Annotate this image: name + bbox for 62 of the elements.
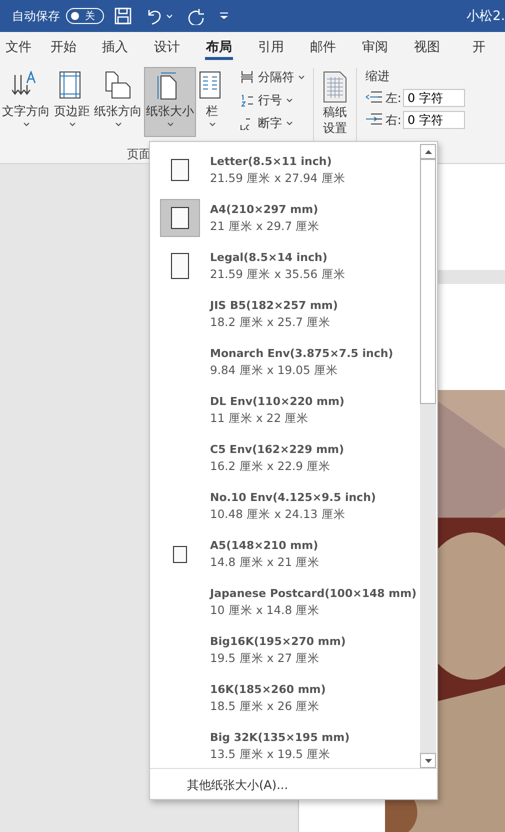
ribbon-tab[interactable]: 视图 — [401, 32, 454, 62]
menu-item[interactable]: Legal(8.5×14 inch) 21.59 厘米 x 35.56 厘米 — [150, 242, 420, 290]
menu-item[interactable]: DL Env(110×220 mm) 11 厘米 x 22 厘米 — [150, 386, 420, 434]
ribbon-button[interactable]: 文字方向 — [0, 67, 52, 137]
indent-icon — [365, 113, 384, 127]
ribbon-tab[interactable]: 开 — [453, 32, 505, 62]
caret-icon — [22, 122, 30, 127]
scroll-up-button[interactable] — [420, 144, 436, 159]
ribbon-tab[interactable]: 设计 — [141, 32, 194, 62]
ribbon-button[interactable]: 行号 — [238, 90, 307, 110]
ribbon-button[interactable]: 页边距 — [52, 67, 92, 137]
ribbon-button[interactable]: 栏 — [196, 67, 228, 137]
field-label: 左: — [385, 90, 402, 106]
menu-item[interactable]: Big 32K(135×195 mm) 13.5 厘米 x 19.5 厘米 — [150, 722, 420, 768]
ribbon-button[interactable]: 纸张方向 — [92, 67, 144, 137]
group-title: 缩进 — [365, 68, 390, 85]
scrollbar[interactable] — [420, 144, 436, 768]
menu-item[interactable]: A4(210×297 mm) 21 厘米 x 29.7 厘米 — [150, 194, 420, 242]
field-label: 右: — [385, 112, 402, 128]
ribbon-tab[interactable]: 开始 — [37, 32, 90, 62]
ribbon-tab[interactable]: 插入 — [89, 32, 142, 62]
menu-item[interactable]: Japanese Postcard(100×148 mm) 10 厘米 x 14.8 厘米 — [150, 578, 420, 626]
menu-item[interactable]: JIS B5(182×257 mm) 18.2 厘米 x 25.7 厘米 — [150, 290, 420, 338]
scroll-thumb[interactable] — [420, 159, 436, 404]
ribbon-tab[interactable]: 审阅 — [349, 32, 402, 62]
caret-icon — [166, 122, 174, 127]
menu-item[interactable]: No.10 Env(4.125×9.5 inch) 10.48 厘米 x 24.13 厘米 — [150, 482, 420, 530]
ribbon-tab[interactable]: 引用 — [245, 32, 298, 62]
document-title: 小松2. — [466, 8, 505, 25]
ribbon-button[interactable]: 分隔符 — [238, 67, 307, 87]
ribbon-button[interactable]: 纸张大小 — [144, 67, 196, 137]
input-field[interactable]: 0 字符 — [403, 111, 466, 129]
menu-item[interactable]: A5(148×210 mm) 14.8 厘米 x 21 厘米 — [150, 530, 420, 578]
input-field[interactable]: 0 字符 — [403, 89, 466, 107]
redo-icon — [187, 7, 205, 25]
indent-icon — [365, 91, 384, 105]
autosave-label: 自动保存 — [12, 8, 60, 24]
caret-icon — [166, 14, 173, 18]
caret-icon — [298, 74, 305, 80]
menu-item[interactable]: 16K(185×260 mm) 18.5 厘米 x 26 厘米 — [150, 674, 420, 722]
ribbon-tab[interactable]: 邮件 — [297, 32, 350, 62]
ribbon-tab[interactable]: 布局 — [193, 32, 246, 62]
caret-icon — [208, 122, 216, 127]
save-icon — [114, 7, 132, 25]
autosave-toggle[interactable]: 关 — [66, 8, 104, 24]
ribbon-tab[interactable]: 文件 — [0, 32, 38, 62]
caret-icon — [68, 122, 76, 127]
ribbon-button[interactable]: 稿纸设置 — [320, 62, 350, 132]
ribbon-button[interactable]: 断字 — [238, 113, 307, 133]
menu-item[interactable]: C5 Env(162×229 mm) 16.2 厘米 x 22.9 厘米 — [150, 434, 420, 482]
grid-paper-icon — [322, 71, 348, 103]
down-arrow-icon — [424, 758, 432, 762]
dropdown-icon — [219, 12, 229, 20]
up-arrow-icon — [424, 150, 432, 154]
caret-icon — [114, 122, 122, 127]
menu-item[interactable]: 其他纸张大小(A)... — [150, 769, 437, 794]
menu-item[interactable]: Big16K(195×270 mm) 19.5 厘米 x 27 厘米 — [150, 626, 420, 674]
scroll-down-button[interactable] — [420, 753, 436, 768]
caret-icon — [286, 98, 293, 102]
menu-item[interactable]: Letter(8.5×11 inch) 21.59 厘米 x 27.94 厘米 — [150, 146, 420, 194]
menu-item[interactable]: Monarch Env(3.875×7.5 inch) 9.84 厘米 x 19.05 厘米 — [150, 338, 420, 386]
caret-icon — [286, 120, 293, 126]
